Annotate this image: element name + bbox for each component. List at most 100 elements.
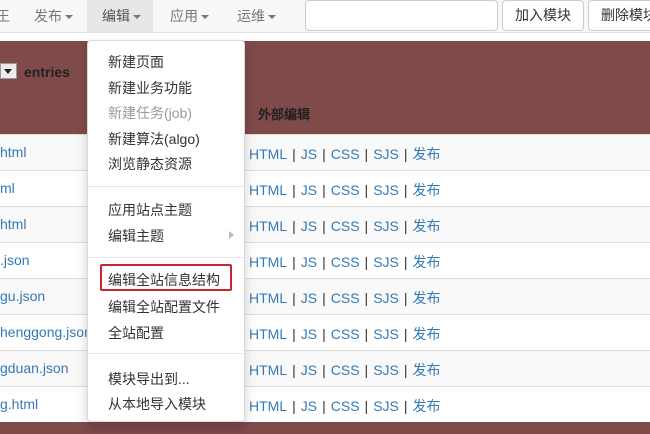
external-edit-actions: HTML | JS | CSS | SJS | 发布 [249, 288, 441, 308]
separator: | [292, 254, 296, 270]
menu-apply-site-theme[interactable]: 应用站点主题 [108, 200, 192, 220]
edit-js-link[interactable]: JS [301, 326, 317, 342]
publish-link[interactable]: 发布 [413, 326, 441, 342]
edit-js-link[interactable]: JS [301, 218, 317, 234]
separator: | [364, 326, 369, 342]
edit-js-link[interactable]: JS [301, 398, 317, 414]
caret-down-icon [268, 15, 276, 20]
publish-link[interactable]: 发布 [413, 218, 441, 234]
nav-edit-menu[interactable]: 编辑 [87, 0, 153, 32]
edit-sjs-link[interactable]: SJS [373, 290, 399, 306]
menu-new-algo[interactable]: 新建算法(algo) [108, 129, 200, 149]
edit-sjs-link[interactable]: SJS [373, 218, 399, 234]
edit-html-link[interactable]: HTML [249, 254, 287, 270]
nav-ops-menu[interactable]: 运维 [237, 0, 276, 32]
edit-sjs-link[interactable]: SJS [373, 146, 399, 162]
edit-css-link[interactable]: CSS [331, 254, 360, 270]
file-name-link[interactable]: henggong.json [0, 324, 92, 340]
file-name-link[interactable]: .json [0, 252, 30, 268]
publish-link[interactable]: 发布 [413, 362, 441, 378]
edit-sjs-link[interactable]: SJS [373, 362, 399, 378]
file-name-link[interactable]: g.html [0, 396, 38, 412]
edit-html-link[interactable]: HTML [249, 398, 287, 414]
edit-html-link[interactable]: HTML [249, 218, 287, 234]
edit-html-link[interactable]: HTML [249, 182, 287, 198]
edit-css-link[interactable]: CSS [331, 362, 360, 378]
edit-sjs-link[interactable]: SJS [373, 398, 399, 414]
separator: | [322, 146, 326, 162]
file-name-link[interactable]: html [0, 144, 26, 160]
menu-divider [88, 257, 244, 258]
edit-html-link[interactable]: HTML [249, 290, 287, 306]
separator: | [364, 398, 369, 414]
publish-link[interactable]: 发布 [413, 182, 441, 198]
external-edit-actions: HTML | JS | CSS | SJS | 发布 [249, 216, 441, 236]
nav-publish-menu[interactable]: 发布 [34, 0, 73, 32]
separator: | [322, 326, 326, 342]
nav-publish-label: 发布 [34, 8, 62, 24]
separator: | [292, 218, 296, 234]
caret-down-icon [201, 15, 209, 20]
edit-css-link[interactable]: CSS [331, 218, 360, 234]
nav-item-partial[interactable]: 王 [0, 0, 10, 32]
separator: | [322, 218, 326, 234]
separator: | [292, 362, 296, 378]
top-navbar: 王 发布 编辑 应用 运维 加入模块 删除模块 [0, 0, 650, 33]
menu-browse-static[interactable]: 浏览静态资源 [108, 154, 192, 174]
select-arrow-icon [4, 69, 12, 74]
separator: | [292, 398, 296, 414]
edit-html-link[interactable]: HTML [249, 326, 287, 342]
file-name-link[interactable]: html [0, 216, 26, 232]
nav-ops-label: 运维 [237, 8, 265, 24]
menu-new-business-function[interactable]: 新建业务功能 [108, 78, 192, 98]
edit-css-link[interactable]: CSS [331, 182, 360, 198]
caret-down-icon [133, 15, 141, 20]
file-name-link[interactable]: gu.json [0, 288, 45, 304]
menu-site-config[interactable]: 全站配置 [108, 323, 164, 343]
edit-css-link[interactable]: CSS [331, 290, 360, 306]
edit-sjs-link[interactable]: SJS [373, 182, 399, 198]
external-edit-actions: HTML | JS | CSS | SJS | 发布 [249, 396, 441, 416]
nav-apps-menu[interactable]: 应用 [170, 0, 209, 32]
separator: | [403, 290, 408, 306]
menu-import-module[interactable]: 从本地导入模块 [108, 394, 206, 414]
file-name-link[interactable]: gduan.json [0, 360, 69, 376]
external-edit-actions: HTML | JS | CSS | SJS | 发布 [249, 252, 441, 272]
caret-down-icon [65, 15, 73, 20]
menu-edit-theme[interactable]: 编辑主题 [108, 226, 164, 246]
edit-html-link[interactable]: HTML [249, 362, 287, 378]
separator: | [322, 290, 326, 306]
edit-sjs-link[interactable]: SJS [373, 254, 399, 270]
edit-css-link[interactable]: CSS [331, 326, 360, 342]
edit-js-link[interactable]: JS [301, 362, 317, 378]
separator: | [322, 398, 326, 414]
external-edit-actions: HTML | JS | CSS | SJS | 发布 [249, 180, 441, 200]
module-search-input[interactable] [305, 0, 498, 31]
edit-js-link[interactable]: JS [301, 146, 317, 162]
menu-export-module[interactable]: 模块导出到... [108, 369, 190, 389]
publish-link[interactable]: 发布 [413, 146, 441, 162]
entries-length-select[interactable] [0, 63, 17, 79]
edit-js-link[interactable]: JS [301, 182, 317, 198]
file-name-link[interactable]: ml [0, 180, 15, 196]
edit-css-link[interactable]: CSS [331, 146, 360, 162]
publish-link[interactable]: 发布 [413, 398, 441, 414]
separator: | [403, 218, 408, 234]
edit-css-link[interactable]: CSS [331, 398, 360, 414]
edit-js-link[interactable]: JS [301, 290, 317, 306]
delete-module-button[interactable]: 删除模块 [588, 0, 650, 31]
publish-link[interactable]: 发布 [413, 254, 441, 270]
nav-apps-label: 应用 [170, 8, 198, 24]
publish-link[interactable]: 发布 [413, 290, 441, 306]
separator: | [322, 254, 326, 270]
add-module-button[interactable]: 加入模块 [502, 0, 584, 31]
edit-sjs-link[interactable]: SJS [373, 326, 399, 342]
menu-edit-site-info-structure[interactable]: 编辑全站信息结构 [108, 270, 220, 290]
edit-js-link[interactable]: JS [301, 254, 317, 270]
separator: | [292, 326, 296, 342]
edit-html-link[interactable]: HTML [249, 146, 287, 162]
entries-label: entries [24, 64, 70, 80]
separator: | [292, 146, 296, 162]
menu-new-page[interactable]: 新建页面 [108, 52, 164, 72]
menu-edit-site-config-file[interactable]: 编辑全站配置文件 [108, 297, 220, 317]
